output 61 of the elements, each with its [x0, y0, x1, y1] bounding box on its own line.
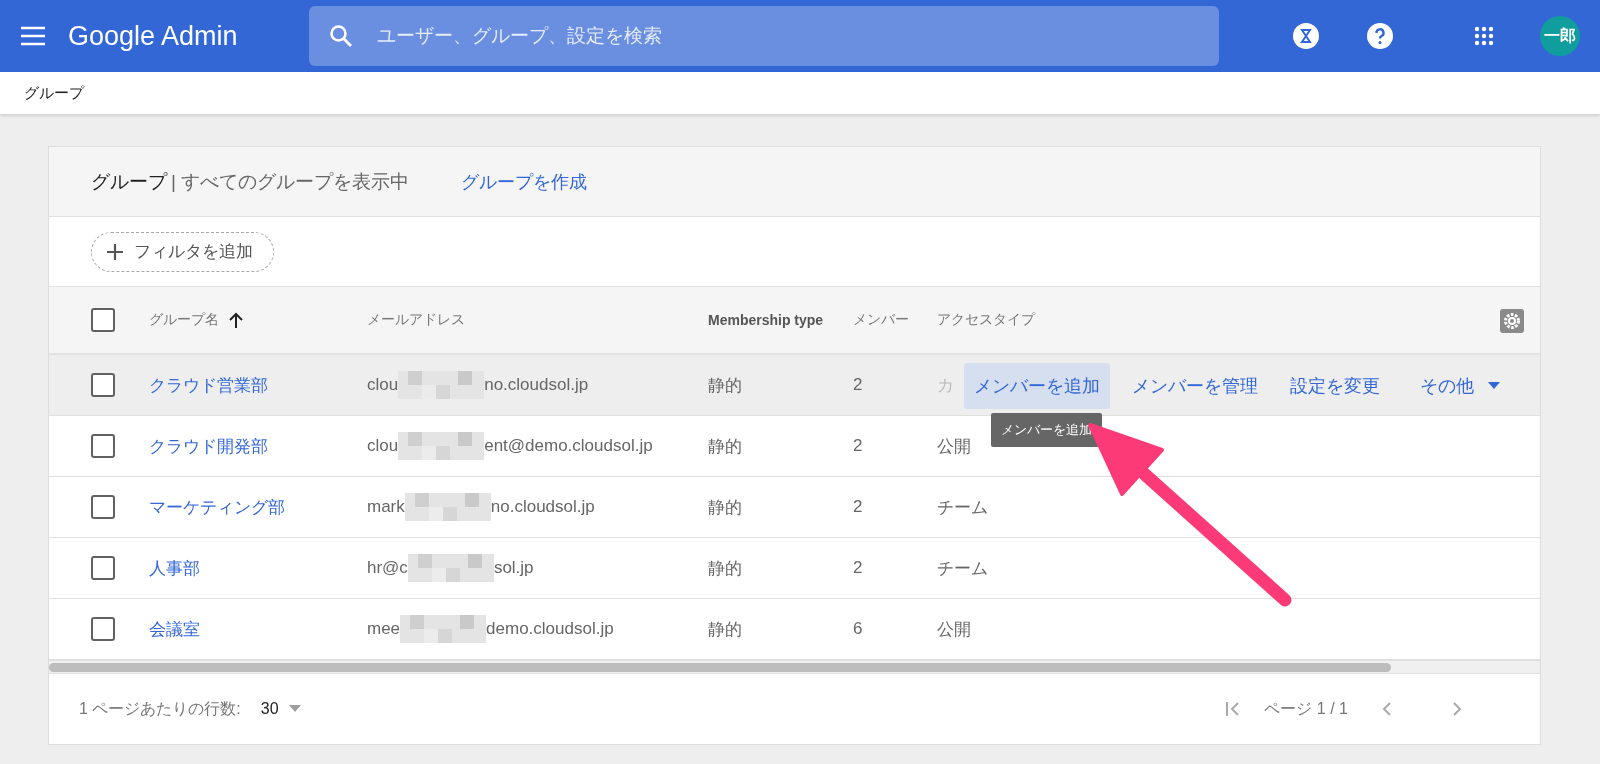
- column-header[interactable]: アクセスタイプ: [937, 311, 1540, 329]
- sort-arrow-icon: [229, 312, 243, 328]
- row-checkbox[interactable]: [91, 556, 115, 580]
- hourglass-icon[interactable]: [1293, 23, 1319, 49]
- caret-icon: [288, 705, 301, 713]
- column-header[interactable]: メールアドレス: [367, 311, 708, 329]
- row-action[interactable]: 設定を変更: [1280, 363, 1390, 409]
- app-logo[interactable]: Google Admin: [68, 20, 293, 52]
- email-text: demo.cloudsol.jp: [486, 619, 614, 639]
- group-name-link[interactable]: 人事部: [149, 556, 200, 580]
- row-action[interactable]: メンバーを追加: [964, 363, 1110, 409]
- column-header[interactable]: メンバー: [853, 311, 937, 329]
- group-name-link[interactable]: クラウド営業部: [149, 373, 268, 397]
- select-all-checkbox[interactable]: [91, 308, 115, 332]
- row-checkbox[interactable]: [91, 617, 115, 641]
- email-text: clou: [367, 375, 399, 395]
- search-field[interactable]: ユーザー、グループ、設定を検索: [309, 6, 1219, 66]
- group-name-link[interactable]: マーケティング部: [149, 495, 285, 519]
- horizontal-scrollbar[interactable]: [49, 660, 1540, 674]
- card-subtitle: | すべてのグループを表示中: [171, 169, 410, 194]
- membership-type: 静的: [708, 557, 742, 580]
- row-checkbox[interactable]: [91, 495, 115, 519]
- access-type: チーム: [937, 557, 988, 580]
- row-action[interactable]: メンバーを管理: [1122, 363, 1268, 409]
- email-text: mee: [367, 619, 401, 639]
- user-avatar[interactable]: 一郎: [1540, 16, 1580, 56]
- row-action[interactable]: その他: [1410, 363, 1510, 409]
- create-group-link[interactable]: グループを作成: [461, 169, 588, 194]
- search-icon: [329, 24, 353, 48]
- caret-icon: [1488, 382, 1500, 390]
- settings-icon[interactable]: [1500, 309, 1524, 333]
- plus-icon: [106, 242, 124, 261]
- row-checkbox[interactable]: [91, 434, 115, 458]
- email-text: no.cloudsol.jp: [484, 375, 589, 395]
- membership-type: 静的: [708, 496, 742, 519]
- member-count: 2: [853, 558, 863, 578]
- breadcrumb: グループ: [24, 83, 84, 103]
- membership-type: 静的: [708, 374, 742, 397]
- email-text: no.cloudsol.jp: [490, 497, 595, 517]
- member-count: 2: [853, 375, 863, 395]
- email-text: mark: [367, 497, 405, 517]
- rows-per-page-select[interactable]: 30: [254, 699, 307, 719]
- member-count: 2: [853, 497, 863, 517]
- member-count: 6: [853, 619, 863, 639]
- group-name-link[interactable]: 会議室: [149, 617, 200, 641]
- access-type: 公開: [937, 618, 971, 641]
- page-indicator: ページ 1 / 1: [1264, 698, 1348, 719]
- card-title: グループ: [91, 169, 167, 194]
- email-text: sol.jp: [493, 558, 534, 578]
- access-type: チーム: [937, 496, 988, 519]
- rows-per-page-label: 1 ページあたりの行数:: [79, 698, 241, 719]
- column-header[interactable]: Membership type: [708, 312, 853, 328]
- row-checkbox[interactable]: [91, 373, 115, 397]
- add-filter-chip[interactable]: フィルタを追加: [91, 231, 274, 272]
- membership-type: 静的: [708, 618, 742, 641]
- column-header[interactable]: グループ名: [149, 311, 367, 329]
- email-text: hr@c: [367, 558, 408, 578]
- menu-icon[interactable]: [20, 26, 46, 46]
- search-input[interactable]: ユーザー、グループ、設定を検索: [375, 24, 1199, 48]
- apps-grid-icon[interactable]: [1474, 26, 1494, 46]
- help-icon[interactable]: [1367, 23, 1393, 49]
